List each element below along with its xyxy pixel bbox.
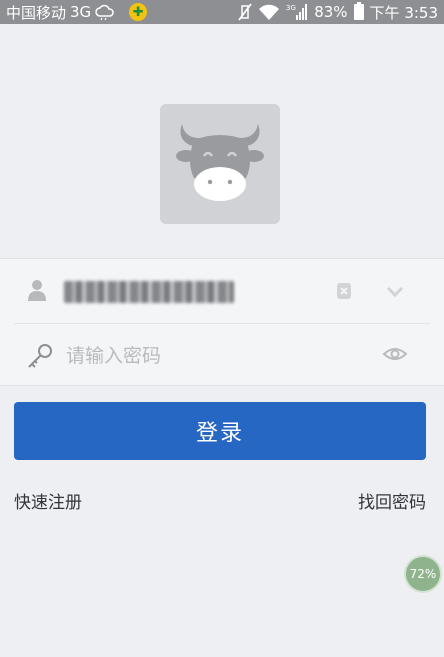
network-type: 3G xyxy=(70,3,92,21)
floating-memory-badge[interactable]: 72% xyxy=(404,555,442,593)
app-badge-icon: ✚ xyxy=(129,3,148,21)
key-icon xyxy=(28,344,52,368)
clear-icon[interactable] xyxy=(334,279,354,301)
password-row[interactable] xyxy=(14,323,430,387)
status-bar: 中国移动 3G ✚ 3G 83% 下午 3:53 xyxy=(0,0,444,24)
battery-percent: 83% xyxy=(314,3,348,21)
eye-icon[interactable] xyxy=(382,344,408,364)
wifi-icon xyxy=(259,4,280,20)
login-button[interactable]: 登录 xyxy=(14,402,426,460)
battery-icon xyxy=(353,2,364,20)
cloud-icon xyxy=(95,4,114,20)
mute-icon xyxy=(238,3,252,21)
clock: 下午 3:53 xyxy=(369,3,438,22)
username-row[interactable] xyxy=(0,259,444,323)
carrier-label: 中国移动 xyxy=(6,3,67,22)
chevron-down-icon[interactable] xyxy=(384,281,406,301)
login-form xyxy=(0,258,444,386)
cow-logo-icon xyxy=(176,124,264,201)
svg-text:3G: 3G xyxy=(286,4,296,12)
user-icon xyxy=(28,280,46,301)
signal-icon: 3G xyxy=(286,4,308,20)
username-value-blurred[interactable] xyxy=(64,281,234,303)
status-bar-left: 中国移动 3G ✚ xyxy=(6,2,148,23)
status-bar-right: 3G 83% 下午 3:53 xyxy=(238,2,438,23)
app-logo xyxy=(160,104,280,224)
recover-password-link[interactable]: 找回密码 xyxy=(358,488,426,513)
register-link[interactable]: 快速注册 xyxy=(14,488,82,513)
password-input[interactable] xyxy=(66,338,366,374)
